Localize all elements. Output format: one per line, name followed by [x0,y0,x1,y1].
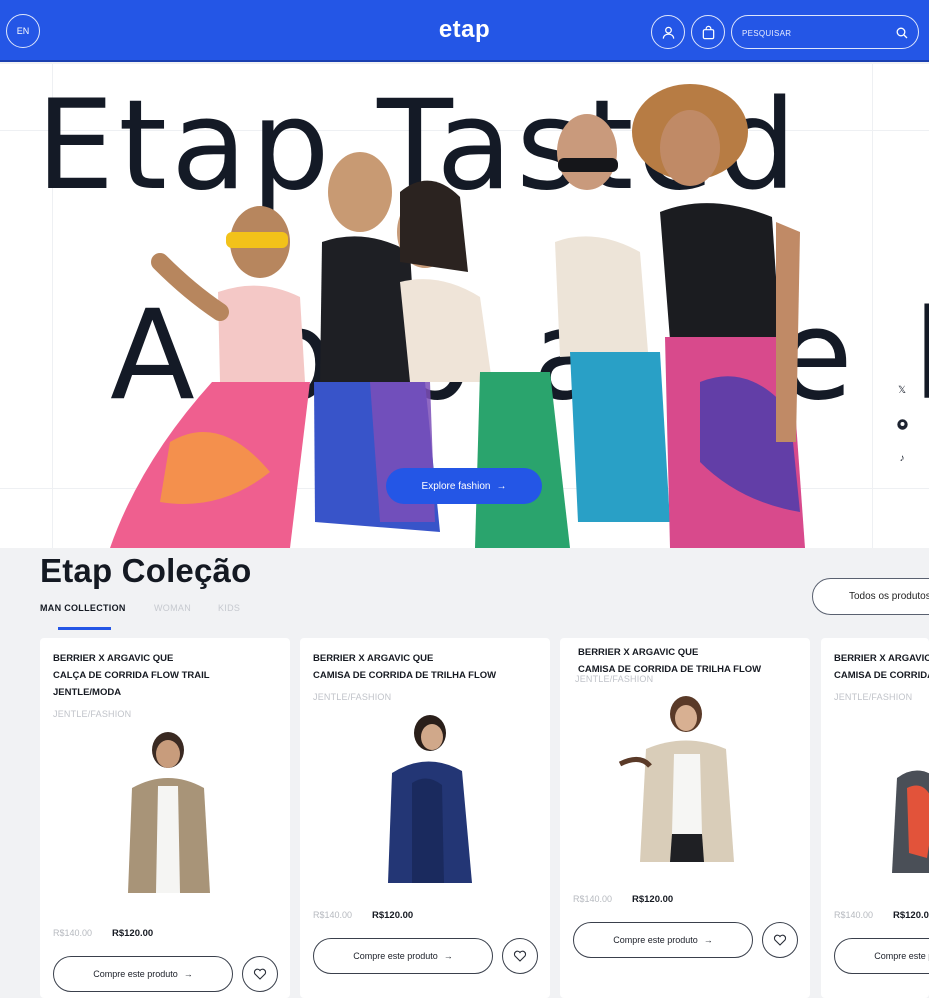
current-price: R$120.00 [632,894,674,905]
buy-product-button[interactable]: Compre este produto → [313,938,493,974]
search-input[interactable] [742,24,892,42]
cart-button[interactable] [691,15,725,49]
tab-kids[interactable]: KIDS [218,603,240,613]
arrow-right-icon: → [496,480,507,492]
tab-man-collection[interactable]: MAN COLLECTION [40,603,126,613]
product-card[interactable]: BERRIER X ARGAVIC QUE CALÇA DE CORRIDA F… [40,638,290,998]
buy-product-label: Compre este produto [874,951,929,961]
old-price: R$140.00 [53,928,93,938]
current-price: R$120.00 [112,928,154,939]
buy-product-label: Compre este produto [353,951,438,961]
product-name-line: CALÇA DE CORRIDA FLOW TRAIL [53,670,210,681]
all-products-button[interactable]: Todos os produtos [812,578,929,615]
product-name-line: JENTLE/MODA [53,687,122,698]
product-brand: JENTLE/FASHION [53,709,132,719]
user-icon [662,26,674,39]
old-price: R$140.00 [313,910,353,920]
favorite-button[interactable] [242,956,278,992]
product-card[interactable]: BERRIER X ARGAVIC QUE CAMISA DE CORRIDA … [560,638,810,998]
shopping-bag-icon [702,25,714,39]
favorite-button[interactable] [502,938,538,974]
heart-icon [513,950,527,962]
product-name-line: CAMISA DE CORRIDA DE TRILHA FLOW [313,670,497,681]
buy-product-button[interactable]: Compre este produto → [53,956,233,992]
product-card[interactable]: BERRIER X ARGAVIC QUE CAMISA DE CORRIDA … [300,638,550,998]
product-brand: JENTLE/FASHION [575,674,654,684]
product-name: BERRIER X ARGAVIC QUE CAMISA DE CORRIDA [834,650,929,684]
product-name: BERRIER X ARGAVIC QUE CAMISA DE CORRIDA … [578,644,808,678]
active-tab-indicator [58,627,111,630]
search-icon[interactable] [896,27,908,39]
product-name: BERRIER X ARGAVIC QUE CAMISA DE CORRIDA … [313,650,543,684]
old-price: R$140.00 [573,894,613,904]
heart-icon [773,934,787,946]
search-box[interactable] [731,15,919,49]
arrow-right-icon: → [183,969,193,979]
pinterest-icon[interactable] [892,414,912,434]
favorite-button[interactable] [762,922,798,958]
buy-product-label: Compre este produto [93,969,178,979]
current-price: R$120.00 [893,910,929,921]
model-figure [555,114,670,522]
all-products-label: Todos os produtos [849,591,929,602]
current-price: R$120.00 [372,910,414,921]
product-brand: JENTLE/FASHION [834,692,913,702]
product-card[interactable]: BERRIER X ARGAVIC QUE CAMISA DE CORRIDA … [821,638,929,998]
x-icon[interactable]: 𝕏 [892,380,912,400]
product-image[interactable] [610,694,770,864]
product-image[interactable] [110,728,220,898]
product-name-line: BERRIER X ARGAVIC QUE [834,653,929,664]
explore-fashion-button[interactable]: Explore fashion → [386,468,542,504]
buy-product-button[interactable]: Compre este produto→ [834,938,929,974]
old-price: R$140.00 [834,910,874,920]
account-button[interactable] [651,15,685,49]
tiktok-icon[interactable]: ♪ [892,448,912,468]
product-name: BERRIER X ARGAVIC QUE CALÇA DE CORRIDA F… [53,650,283,701]
hero-section: Etap Tasted Apparel 𝕏 ♪ Explore fashion … [0,64,929,548]
product-image[interactable] [887,758,929,878]
explore-fashion-label: Explore fashion [421,480,491,492]
arrow-right-icon: → [703,935,713,945]
product-name-line: BERRIER X ARGAVIC QUE [53,653,174,664]
product-name-line: BERRIER X ARGAVIC QUE [578,647,699,658]
buy-product-button[interactable]: Compre este produto → [573,922,753,958]
model-figure [110,206,310,548]
product-brand: JENTLE/FASHION [313,692,392,702]
product-name-line: BERRIER X ARGAVIC QUE [313,653,434,664]
product-name-line: CAMISA DE CORRIDA [834,670,929,681]
heart-icon [253,968,267,980]
arrow-right-icon: → [443,951,453,961]
buy-product-label: Compre este produto [613,935,698,945]
top-navigation-bar: EN etap [0,0,929,62]
tab-woman[interactable]: WOMAN [154,603,191,613]
product-image[interactable] [372,713,482,888]
collection-title: Etap Coleção [40,552,252,589]
